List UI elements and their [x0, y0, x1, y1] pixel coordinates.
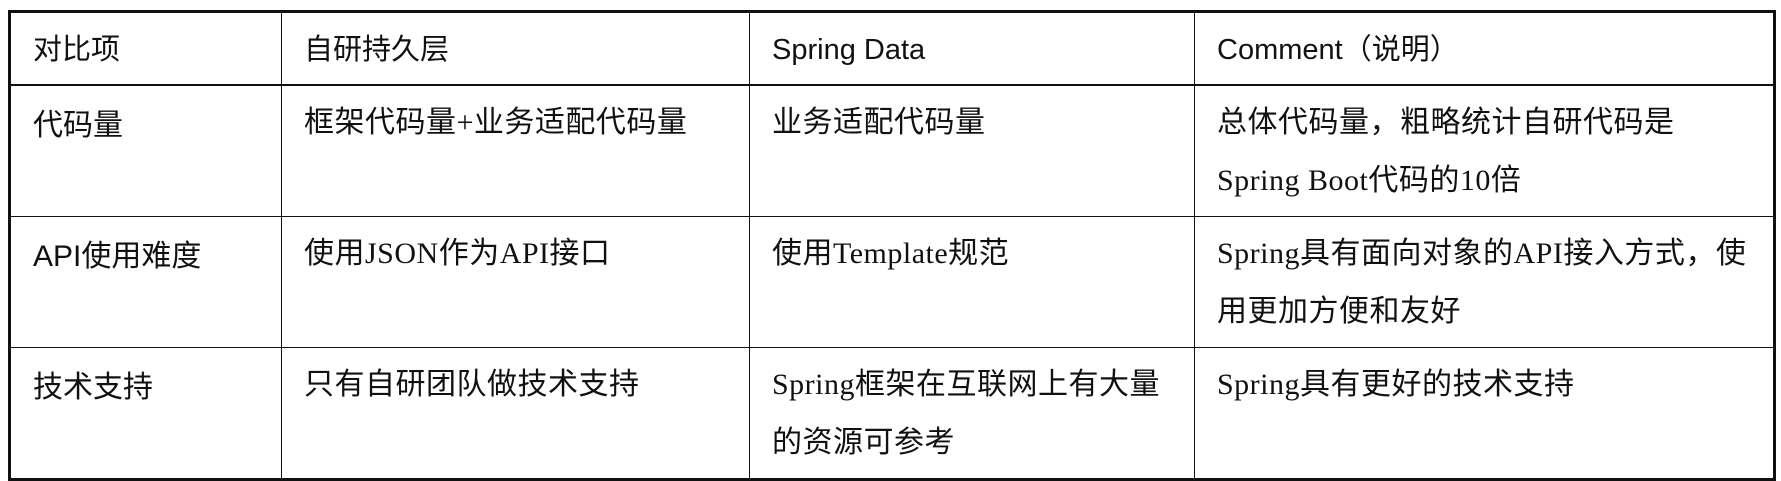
cell-spring-data: 业务适配代码量	[749, 84, 1195, 217]
row-label-tech-support: 技术支持	[9, 347, 282, 480]
cell-comment: Spring具有更好的技术支持	[1194, 347, 1775, 480]
cell-comment: Spring具有面向对象的API接入方式，使用更加方便和友好	[1194, 216, 1775, 348]
cell-self-built: 框架代码量+业务适配代码量	[281, 84, 750, 217]
cell-comment: 总体代码量，粗略统计自研代码是Spring Boot代码的10倍	[1194, 84, 1775, 217]
cell-spring-data: Spring框架在互联网上有大量的资源可参考	[749, 347, 1195, 480]
cell-spring-data: 使用Template规范	[749, 216, 1195, 348]
header-comparison-item: 对比项	[9, 11, 282, 86]
row-label-api-difficulty: API使用难度	[9, 216, 282, 348]
cell-self-built: 使用JSON作为API接口	[281, 216, 750, 348]
table-row: API使用难度 使用JSON作为API接口 使用Template规范 Sprin…	[9, 216, 1775, 348]
table-row: 技术支持 只有自研团队做技术支持 Spring框架在互联网上有大量的资源可参考 …	[9, 347, 1775, 480]
cell-self-built: 只有自研团队做技术支持	[281, 347, 750, 480]
header-self-built-persistence: 自研持久层	[281, 11, 750, 86]
comparison-table: 对比项 自研持久层 Spring Data Comment（说明） 代码量 框架…	[8, 10, 1776, 481]
table-header-row: 对比项 自研持久层 Spring Data Comment（说明）	[9, 11, 1775, 86]
header-spring-data: Spring Data	[749, 11, 1195, 86]
table-row: 代码量 框架代码量+业务适配代码量 业务适配代码量 总体代码量，粗略统计自研代码…	[9, 84, 1775, 217]
header-comment: Comment（说明）	[1194, 11, 1775, 86]
comparison-table-container: 对比项 自研持久层 Spring Data Comment（说明） 代码量 框架…	[8, 10, 1776, 481]
row-label-code-volume: 代码量	[9, 84, 282, 217]
